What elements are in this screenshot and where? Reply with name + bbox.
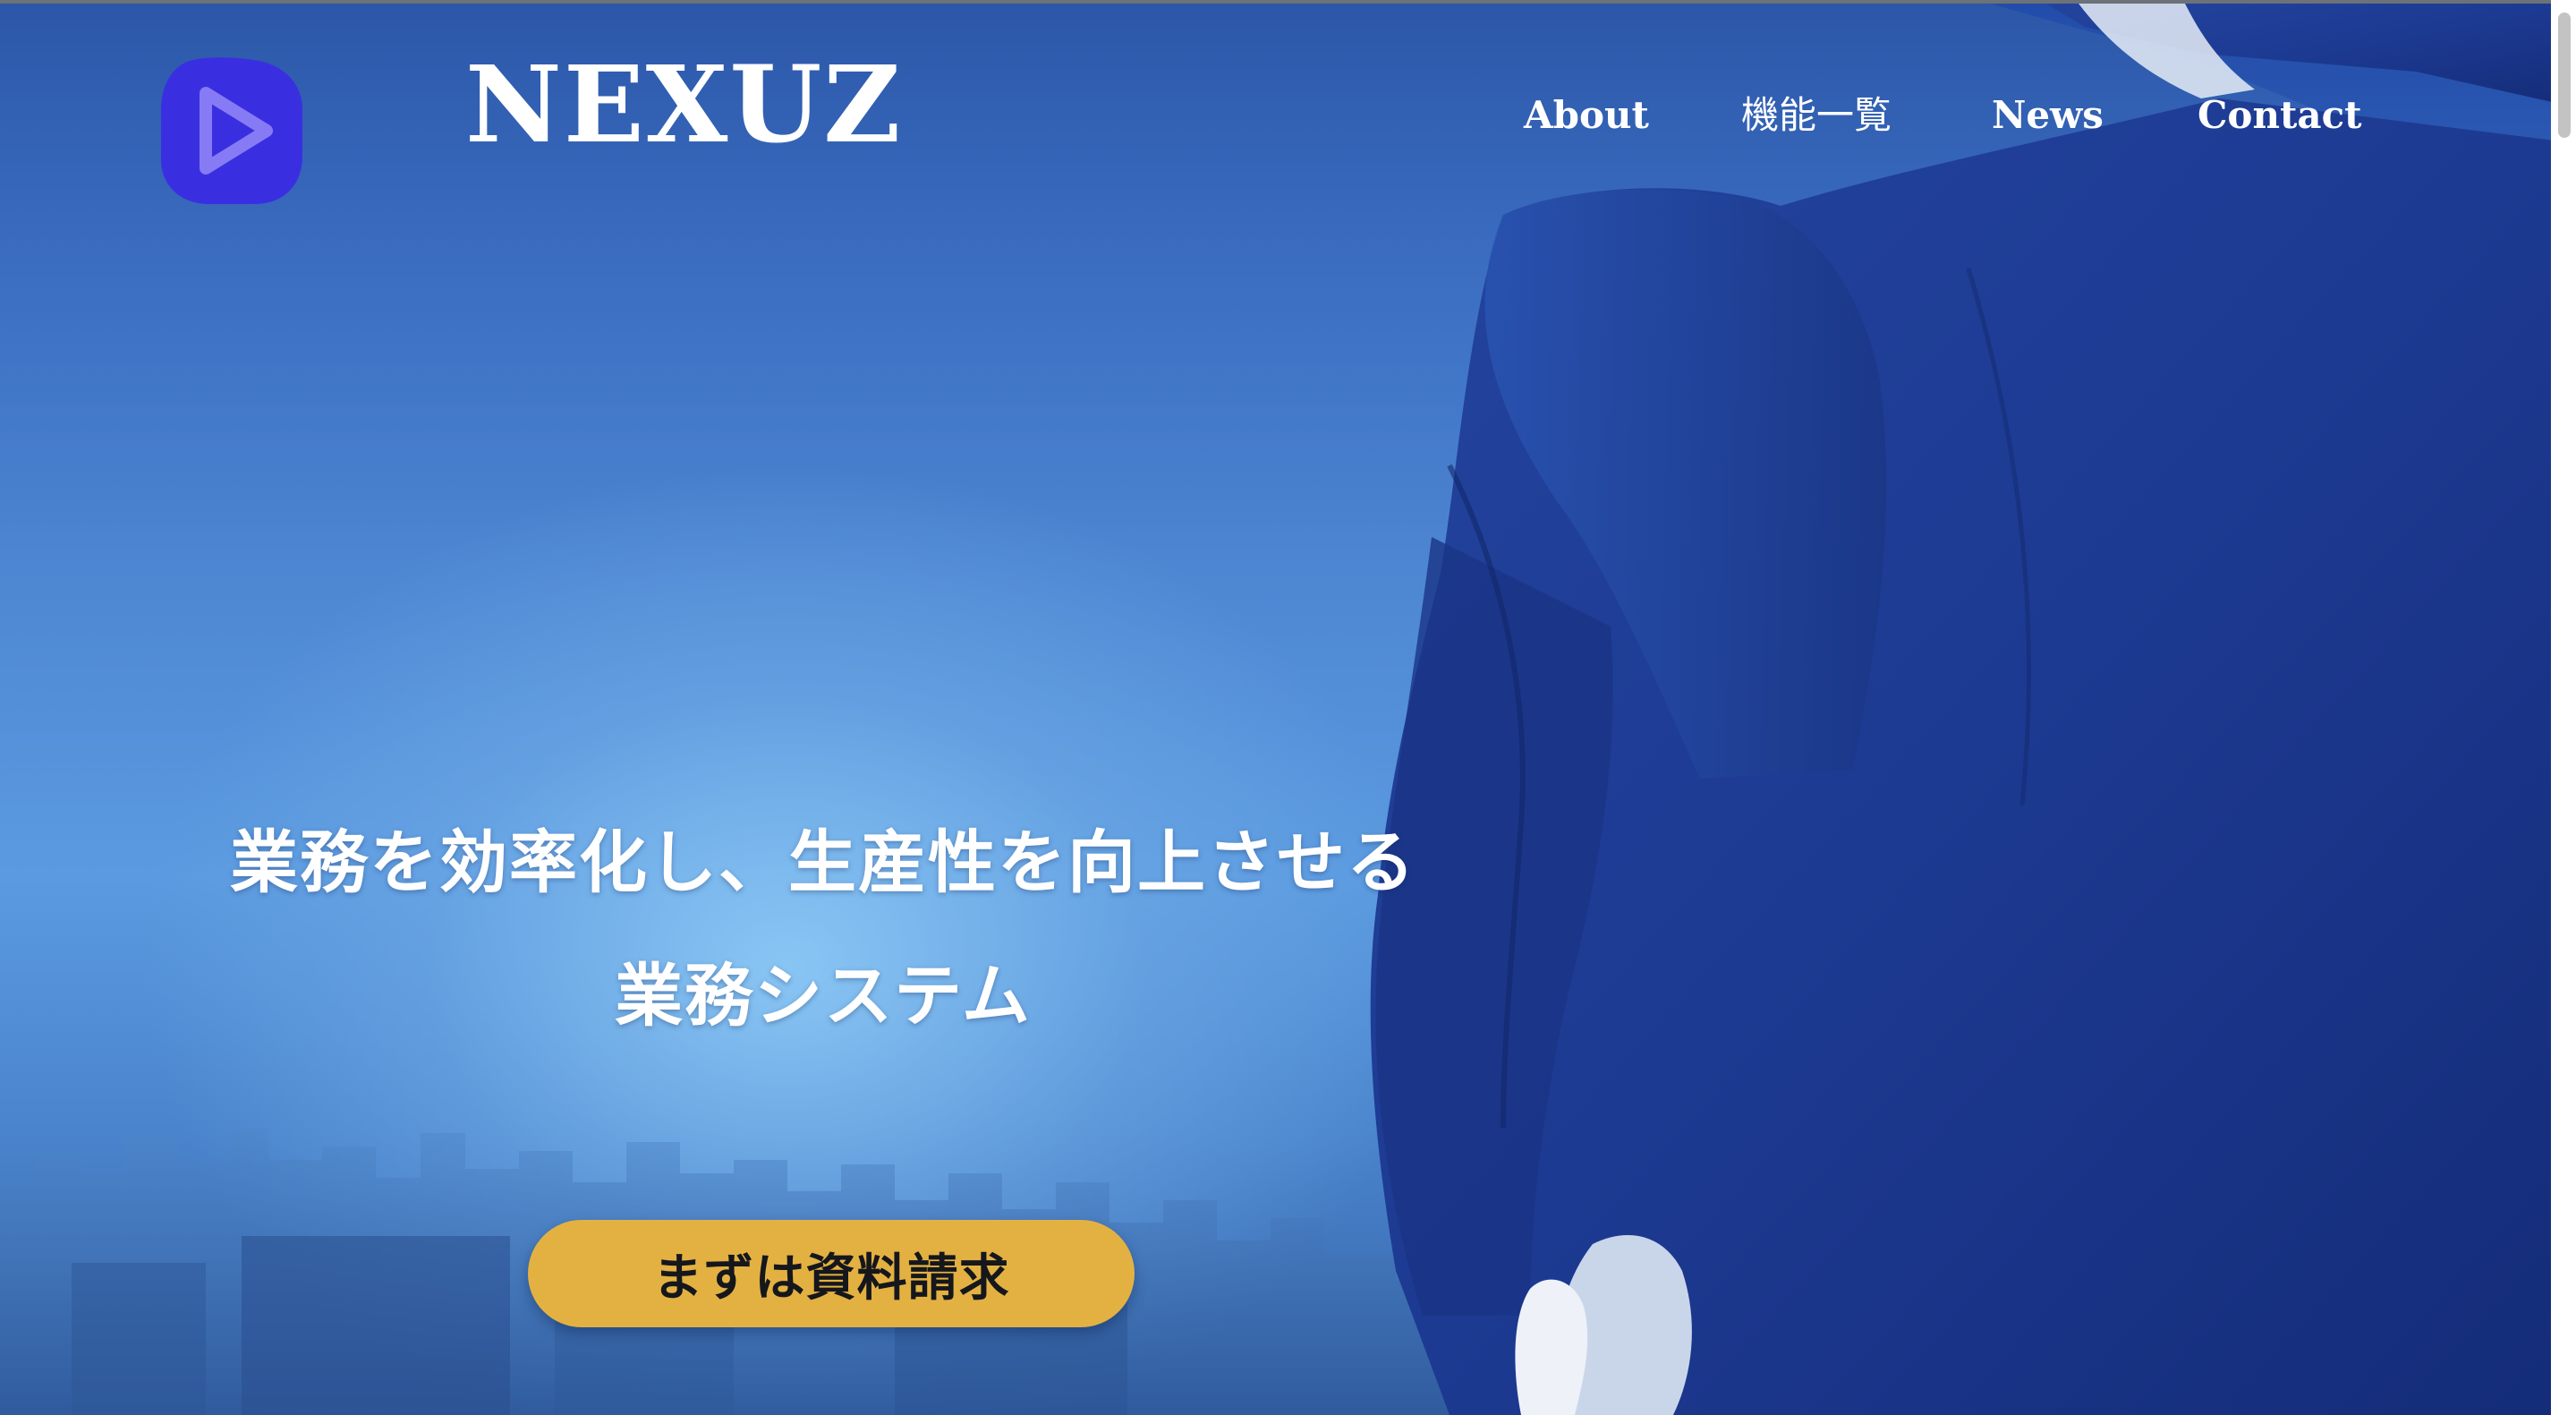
hero-headline-line1: 業務を効率化し、生産性を向上させる xyxy=(230,823,1416,902)
nav-features[interactable]: 機能一覧 xyxy=(1741,97,1892,134)
hero-headline: 業務を効率化し、生産性を向上させる 業務システム xyxy=(0,823,1646,1036)
scrollbar-thumb[interactable] xyxy=(2558,13,2571,138)
request-materials-button[interactable]: まずは資料請求 xyxy=(528,1220,1135,1327)
nav-news[interactable]: News xyxy=(1992,97,2104,134)
site-header: NEXUZ About 機能一覧 News Contact xyxy=(0,0,2551,233)
nav-contact[interactable]: Contact xyxy=(2198,97,2362,134)
vertical-scrollbar[interactable] xyxy=(2551,0,2576,1415)
landing-page: NEXUZ About 機能一覧 News Contact 業務を効率化し、生産… xyxy=(0,0,2576,1415)
hero-headline-line2: 業務システム xyxy=(615,956,1032,1036)
main-nav: About 機能一覧 News Contact xyxy=(0,97,2551,150)
top-border xyxy=(0,0,2576,4)
nav-about[interactable]: About xyxy=(1524,97,1649,134)
